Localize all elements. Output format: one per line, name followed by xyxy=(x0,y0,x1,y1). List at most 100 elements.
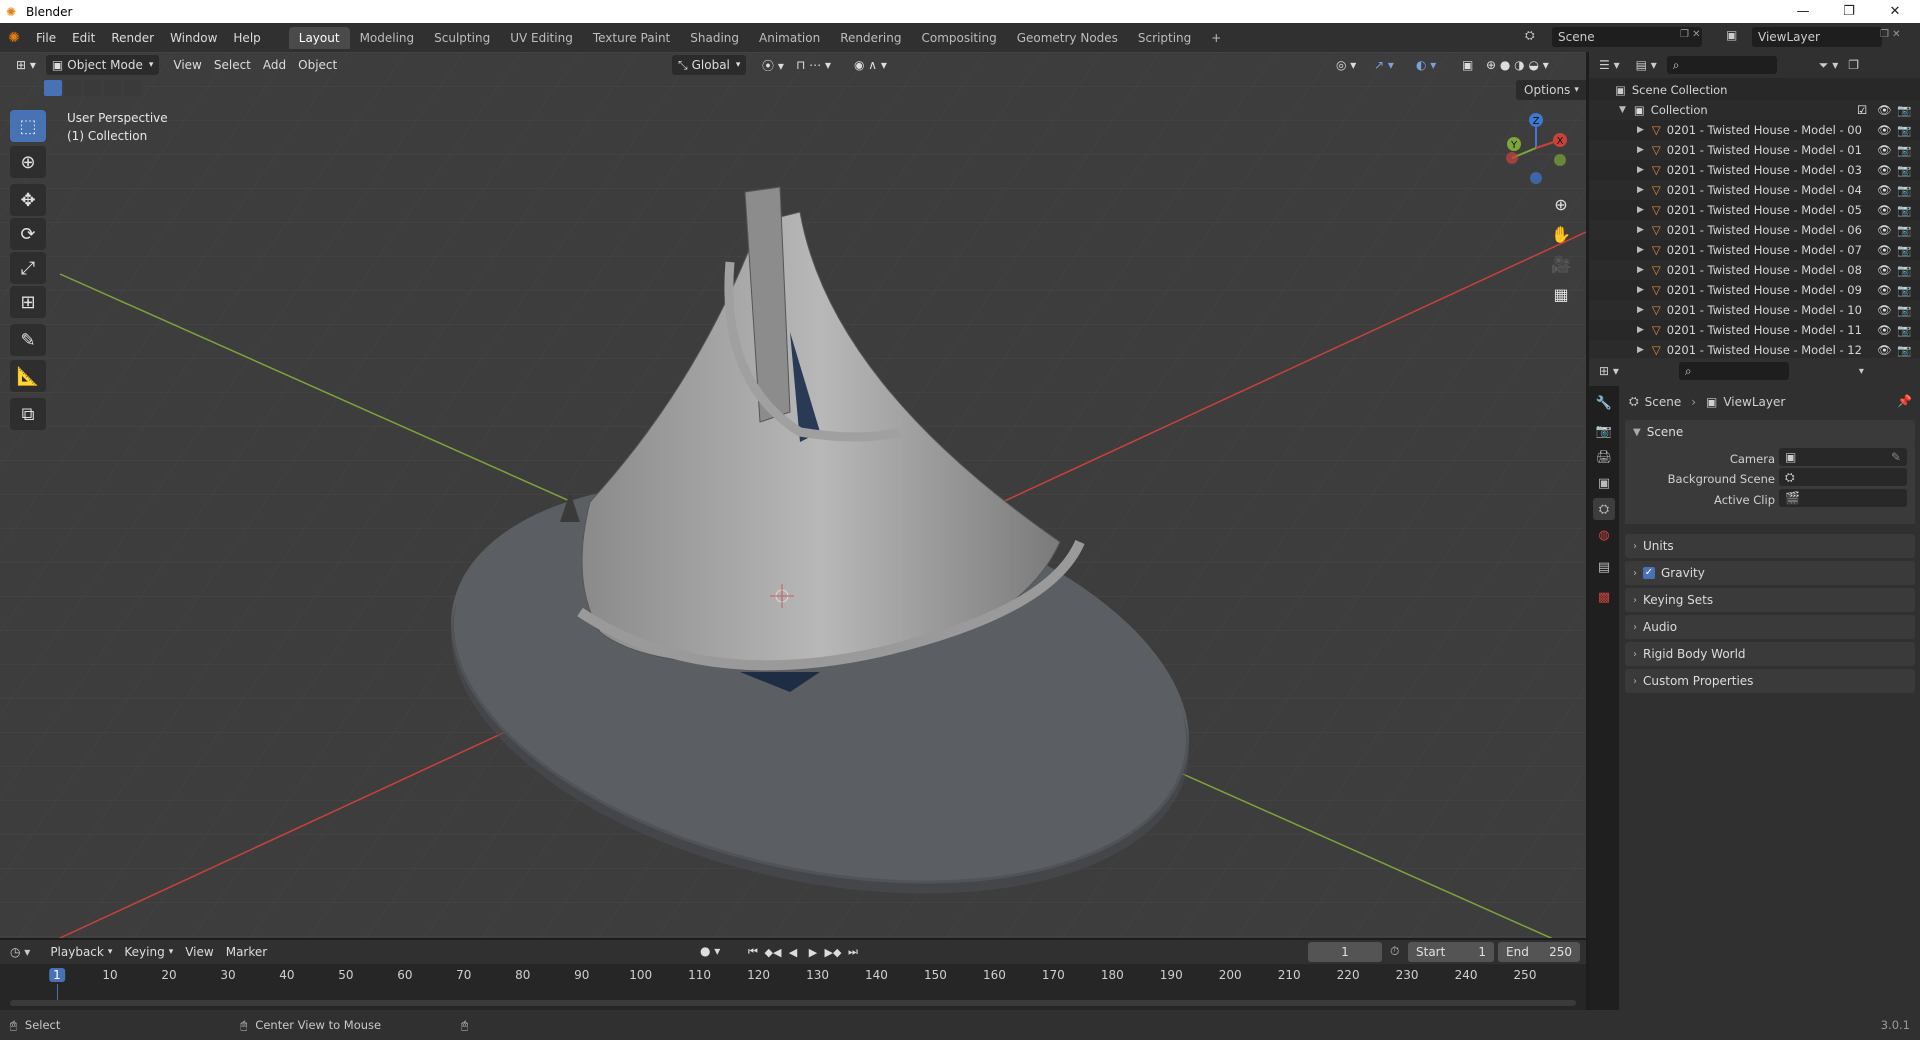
eye-icon[interactable]: 👁 xyxy=(1877,243,1892,257)
view-layer-tab-icon[interactable]: ▣ xyxy=(1593,472,1615,494)
options-button[interactable]: Options ▾ xyxy=(1516,80,1586,100)
select-intersect-button[interactable] xyxy=(124,80,142,96)
close-button[interactable]: ✕ xyxy=(1872,0,1918,23)
stopwatch-icon[interactable]: ⏱ xyxy=(1390,944,1399,959)
new-collection-icon[interactable]: ❐ xyxy=(1848,58,1859,72)
panel-custom-properties[interactable]: › Custom Properties xyxy=(1625,669,1915,693)
chevron-down-icon[interactable]: ▾ xyxy=(1859,366,1864,377)
gravity-checkbox[interactable]: ✓ xyxy=(1643,567,1655,579)
current-frame-field[interactable]: 1 xyxy=(1308,942,1382,962)
pivot-icon[interactable]: ⦿ ▾ xyxy=(756,55,790,75)
texture-tab-icon[interactable]: ▩ xyxy=(1593,586,1615,608)
jump-start-icon[interactable]: ⏮ xyxy=(744,943,762,961)
menu-select[interactable]: Select xyxy=(208,55,257,75)
jump-end-icon[interactable]: ⏭ xyxy=(844,943,862,961)
panel-keying-sets[interactable]: › Keying Sets xyxy=(1625,588,1915,612)
eye-icon[interactable]: 👁 xyxy=(1877,183,1892,197)
expand-arrow-icon[interactable]: ▶ xyxy=(1637,245,1644,255)
select-subtract-button[interactable] xyxy=(84,80,102,96)
camera-render-icon[interactable]: 📷 xyxy=(1897,203,1911,217)
maximize-button[interactable]: ❐ xyxy=(1826,0,1872,23)
outliner-object-row[interactable]: ▶ ▽ 0201 - Twisted House - Model - 08 👁 📷 xyxy=(1589,260,1920,280)
outliner-object-row[interactable]: ▶ ▽ 0201 - Twisted House - Model - 05 👁 📷 xyxy=(1589,200,1920,220)
outliner-object-row[interactable]: ▶ ▽ 0201 - Twisted House - Model - 04 👁 📷 xyxy=(1589,180,1920,200)
mode-selector[interactable]: ▣ Object Mode ▾ xyxy=(45,55,160,75)
expand-arrow-icon[interactable]: ▶ xyxy=(1637,285,1644,295)
outliner-editor-icon[interactable]: ☰ ▾ xyxy=(1599,58,1620,72)
expand-arrow-icon[interactable]: ▶ xyxy=(1637,185,1644,195)
rotate-tool-icon[interactable]: ⟳ xyxy=(10,218,46,250)
outliner-object-row[interactable]: ▶ ▽ 0201 - Twisted House - Model - 11 👁 📷 xyxy=(1589,320,1920,340)
background-scene-field[interactable]: ⛭ xyxy=(1779,468,1907,486)
menu-file[interactable]: File xyxy=(28,31,64,45)
zoom-icon[interactable]: ⊕ xyxy=(1546,190,1576,218)
panel-rigid-body-world[interactable]: › Rigid Body World xyxy=(1625,642,1915,666)
tab-compositing[interactable]: Compositing xyxy=(911,27,1006,49)
eye-icon[interactable]: 👁 xyxy=(1877,103,1892,117)
eye-icon[interactable]: 👁 xyxy=(1877,163,1892,177)
eye-icon[interactable]: 👁 xyxy=(1877,343,1892,357)
cursor-tool-icon[interactable]: ⊕ xyxy=(10,146,46,178)
gizmo-toggle-icon[interactable]: ↗ ▾ xyxy=(1368,55,1400,75)
minimize-button[interactable]: — xyxy=(1780,0,1826,23)
blender-menu-icon[interactable]: ✺ xyxy=(0,30,28,46)
annotate-tool-icon[interactable]: ✎ xyxy=(10,324,46,356)
expand-arrow-icon[interactable]: ▶ xyxy=(1637,305,1644,315)
play-reverse-icon[interactable]: ◀ xyxy=(784,943,802,961)
prev-keyframe-icon[interactable]: ◆◀ xyxy=(764,943,782,961)
eye-icon[interactable]: 👁 xyxy=(1877,323,1892,337)
menu-marker[interactable]: Marker xyxy=(220,942,273,962)
camera-view-icon[interactable]: 🎥 xyxy=(1546,250,1576,278)
expand-arrow-icon[interactable]: ▶ xyxy=(1637,225,1644,235)
eye-icon[interactable]: 👁 xyxy=(1877,223,1892,237)
menu-render[interactable]: Render xyxy=(103,31,162,45)
camera-render-icon[interactable]: 📷 xyxy=(1897,283,1911,297)
menu-help[interactable]: Help xyxy=(225,31,268,45)
outliner-scene-collection[interactable]: ▣ Scene Collection xyxy=(1589,80,1920,100)
properties-editor-icon[interactable]: ⊞ ▾ xyxy=(1599,364,1619,378)
eye-icon[interactable]: 👁 xyxy=(1877,303,1892,317)
tab-modeling[interactable]: Modeling xyxy=(350,27,425,49)
outliner-object-row[interactable]: ▶ ▽ 0201 - Twisted House - Model - 06 👁 📷 xyxy=(1589,220,1920,240)
scale-tool-icon[interactable]: ⤢ xyxy=(10,252,46,284)
tab-geometry-nodes[interactable]: Geometry Nodes xyxy=(1007,27,1128,49)
tab-sculpting[interactable]: Sculpting xyxy=(424,27,500,49)
world-tab-icon[interactable]: ◍ xyxy=(1593,524,1615,546)
tab-texture-paint[interactable]: Texture Paint xyxy=(583,27,680,49)
tool-tab-icon[interactable]: 🔧 xyxy=(1593,392,1615,414)
play-icon[interactable]: ▶ xyxy=(804,943,822,961)
eye-icon[interactable]: 👁 xyxy=(1877,143,1892,157)
camera-render-icon[interactable]: 📷 xyxy=(1897,143,1911,157)
viewlayer-field[interactable]: ViewLayer xyxy=(1752,27,1882,47)
perspective-toggle-icon[interactable]: ▦ xyxy=(1546,280,1576,308)
select-new-button[interactable] xyxy=(44,80,62,96)
outliner-object-row[interactable]: ▶ ▽ 0201 - Twisted House - Model - 00 👁 📷 xyxy=(1589,120,1920,140)
camera-render-icon[interactable]: 📷 xyxy=(1897,163,1911,177)
pan-hand-icon[interactable]: ✋ xyxy=(1546,220,1576,248)
properties-search-input[interactable]: ⌕ xyxy=(1678,362,1789,380)
eye-icon[interactable]: 👁 xyxy=(1877,123,1892,137)
scene-icon[interactable]: ⛭ xyxy=(1525,28,1535,43)
expand-arrow-icon[interactable]: ▶ xyxy=(1637,345,1644,355)
timeline-scrollbar[interactable] xyxy=(10,1000,1576,1006)
scene-new-icon[interactable]: ❐ ✕ xyxy=(1680,29,1701,40)
3d-viewport[interactable]: ⊞ ▾ ▣ Object Mode ▾ View Select Add Obje… xyxy=(0,52,1586,938)
menu-edit[interactable]: Edit xyxy=(64,31,103,45)
camera-render-icon[interactable]: 📷 xyxy=(1897,323,1911,337)
eye-icon[interactable]: 👁 xyxy=(1877,283,1892,297)
menu-add[interactable]: Add xyxy=(257,55,292,75)
display-mode-icon[interactable]: ▤ ▾ xyxy=(1636,58,1657,72)
outliner-object-row[interactable]: ▶ ▽ 0201 - Twisted House - Model - 10 👁 📷 xyxy=(1589,300,1920,320)
outliner-object-row[interactable]: ▶ ▽ 0201 - Twisted House - Model - 07 👁 📷 xyxy=(1589,240,1920,260)
tab-scripting[interactable]: Scripting xyxy=(1128,27,1201,49)
timeline-editor-icon[interactable]: ◷ ▾ xyxy=(10,945,30,959)
panel-audio[interactable]: › Audio xyxy=(1625,615,1915,639)
record-icon[interactable]: ● ▾ xyxy=(700,944,720,958)
outliner-object-row[interactable]: ▶ ▽ 0201 - Twisted House - Model - 12 👁 📷 xyxy=(1589,340,1920,360)
camera-render-icon[interactable]: 📷 xyxy=(1897,183,1911,197)
collection-tab-icon[interactable]: ▤ xyxy=(1593,556,1615,578)
exclude-checkbox[interactable]: ☑ xyxy=(1857,103,1867,117)
menu-timeline-view[interactable]: View xyxy=(179,942,219,962)
expand-arrow-icon[interactable]: ▶ xyxy=(1637,165,1644,175)
filter-icon[interactable]: ⏷ ▾ xyxy=(1819,58,1838,73)
